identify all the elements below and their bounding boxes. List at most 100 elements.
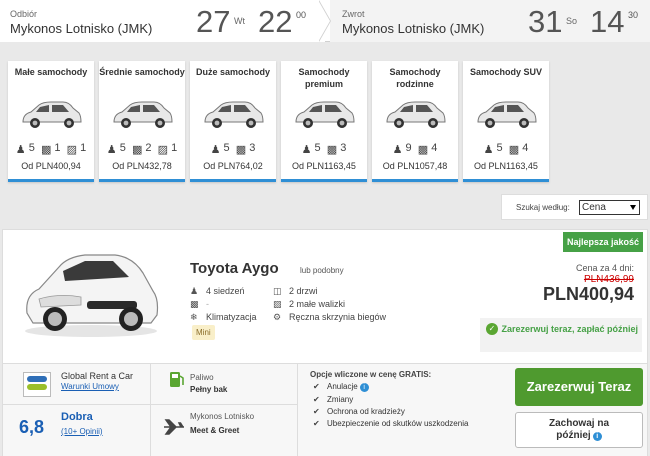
small-suitcase-icon: ▨ (66, 144, 78, 156)
feature-transmission: ⚙ Ręczna skrzynia biegów (273, 312, 386, 323)
category-price: Od PLN1057,48 (382, 161, 448, 171)
car-thumbnail-icon (22, 101, 82, 128)
car-thumbnail-icon (477, 101, 537, 128)
feature-ac-text: Klimatyzacja (206, 312, 257, 322)
included-item-damage-insurance: ✔ Ubezpieczenie od skutków uszkodzenia (313, 419, 468, 428)
car-thumbnail-icon (295, 101, 355, 128)
pickup-minute: 00 (296, 10, 307, 20)
feature-seats: ♟ 4 siedzeń (190, 286, 245, 297)
category-specs: ♟ 5 ▩ 3 (210, 142, 256, 156)
category-card[interactable]: Samochody SUV ♟ 5 ▩ 4 Od PLN1163,45 (463, 61, 549, 182)
category-specs: ♟ 5 ▩ 3 (301, 142, 347, 156)
rating-word: Dobra (61, 411, 93, 423)
door-icon: ◫ (273, 286, 282, 297)
check-icon: ✔ (313, 382, 320, 391)
category-name: Samochody premium (298, 67, 350, 89)
category-card[interactable]: Samochody rodzinne ♟ 9 ▩ 4 Od PLN1057,48 (372, 61, 458, 182)
chevron-down-icon (630, 205, 636, 210)
category-specs: ♟ 9 ▩ 4 (392, 142, 438, 156)
rental-terms-link[interactable]: Warunki Umowy (61, 382, 119, 391)
category-price: Od PLN764,02 (203, 161, 263, 171)
pay-later-text: Zarezerwuj teraz, zapłać później (501, 324, 638, 334)
book-now-button[interactable]: Zarezerwuj Teraz (515, 368, 643, 406)
category-name: Samochody SUV (469, 67, 543, 77)
return-location: Mykonos Lotnisko (JMK) (342, 21, 485, 36)
feature-doors: ◫ 2 drzwi (273, 286, 318, 297)
offer-car-title: Toyota Aygo (190, 260, 279, 277)
offer-card: Najlepsza jakość Toyota Aygo lub podobny… (2, 229, 648, 456)
category-specs: ♟ 5 ▩ 2 ▨ 1 (106, 142, 178, 156)
included-item-label: Ochrona od kradzieży (327, 407, 405, 416)
check-icon: ✔ (313, 395, 320, 404)
seat-icon: ♟ (190, 286, 199, 297)
pickup-label: Odbiór (10, 9, 38, 19)
offer-details-row: Global Rent a Car Warunki Umowy 6,8 Dobr… (3, 364, 647, 456)
return-hour: 14 (590, 4, 625, 39)
small-suitcase-icon: ▨ (157, 144, 169, 156)
price-period-label: Cena za 4 dni: (575, 263, 634, 273)
large-suitcase-icon: ▩ (235, 144, 247, 156)
pickup-segment[interactable]: Odbiór Mykonos Lotnisko (JMK) 27 Wt 22 0… (0, 0, 325, 42)
return-label: Zwrot (342, 9, 365, 19)
sort-select[interactable]: Cena (579, 200, 640, 215)
included-item-label: Anulacje (327, 382, 358, 391)
feature-bags-small: ▨ 2 małe walizki (273, 299, 345, 310)
fuel-policy-label: Paliwo (190, 373, 214, 382)
sort-control: Szukaj według: Cena (501, 194, 648, 220)
pickup-location: Mykonos Lotnisko (JMK) (10, 21, 153, 36)
reviews-link[interactable]: (10+ Opinii) (61, 427, 103, 436)
snowflake-icon: ❄ (190, 312, 198, 323)
pickup-hour: 22 (258, 4, 293, 39)
save-for-later-button[interactable]: Zachowaj na później i (515, 412, 643, 448)
category-price: Od PLN432,78 (112, 161, 172, 171)
column-divider (297, 364, 298, 456)
category-card[interactable]: Średnie samochody ♟ 5 ▩ 2 ▨ 1 Od PLN432,… (99, 61, 185, 182)
sort-label: Szukaj według: (516, 203, 570, 212)
check-icon: ✔ (313, 407, 320, 416)
category-name: Samochody rodzinne (389, 67, 441, 89)
car-thumbnail-icon (204, 101, 264, 128)
category-card[interactable]: Samochody premium ♟ 5 ▩ 3 Od PLN1163,45 (281, 61, 367, 182)
large-suitcase-icon: ▩ (40, 144, 52, 156)
category-card[interactable]: Duże samochody ♟ 5 ▩ 3 Od PLN764,02 (190, 61, 276, 182)
category-specs: ♟ 5 ▩ 4 (483, 142, 529, 156)
category-specs: ♟ 5 ▩ 1 ▨ 1 (15, 142, 87, 156)
included-item-label: Zmiany (327, 395, 354, 404)
feature-seats-text: 4 siedzeń (206, 286, 245, 296)
current-price: PLN400,94 (542, 284, 634, 304)
car-thumbnail-icon (113, 101, 173, 128)
save-for-later-line2: później i (516, 430, 642, 442)
check-circle-icon: ✓ (486, 323, 498, 335)
fuel-policy-value: Pełny bak (190, 385, 228, 394)
category-name: Średnie samochody (99, 67, 185, 77)
best-quality-badge: Najlepsza jakość (562, 232, 643, 252)
toyota-aygo-image (25, 254, 159, 337)
return-day: 31 (528, 4, 563, 39)
category-price: Od PLN1163,45 (474, 161, 538, 171)
fuel-pump-icon (170, 372, 184, 387)
pickup-weekday: Wt (234, 16, 245, 26)
included-item-theft-protection: ✔ Ochrona od kradzieży (313, 407, 405, 416)
search-summary-bar[interactable]: Odbiór Mykonos Lotnisko (JMK) 27 Wt 22 0… (0, 0, 650, 42)
supplier-name: Global Rent a Car (61, 371, 134, 381)
sort-selected-value: Cena (582, 202, 606, 213)
return-segment[interactable]: Zwrot Mykonos Lotnisko (JMK) 31 So 14 30 (330, 0, 650, 42)
large-suitcase-icon: ▩ (417, 144, 429, 156)
supplier-logo (23, 372, 51, 397)
included-item-changes: ✔ Zmiany (313, 395, 353, 404)
small-suitcase-icon: ▨ (273, 299, 282, 310)
category-price: Od PLN1163,45 (292, 161, 356, 171)
gear-shift-icon: ⚙ (273, 312, 282, 323)
large-suitcase-icon: ▩ (131, 144, 143, 156)
feature-bags-small-text: 2 małe walizki (289, 299, 346, 309)
pay-later-notice: ✓ Zarezerwuj teraz, zapłać później (480, 318, 642, 352)
feature-ac: ❄ Klimatyzacja (190, 312, 257, 323)
category-price: Od PLN400,94 (21, 161, 81, 171)
pickup-type-value: Meet & Greet (190, 426, 240, 435)
feature-doors-text: 2 drzwi (289, 286, 318, 296)
category-name: Małe samochody (14, 67, 88, 77)
info-icon[interactable]: i (359, 383, 369, 392)
large-suitcase-icon: ▩ (508, 144, 520, 156)
category-card[interactable]: Małe samochody ♟ 5 ▩ 1 ▨ 1 Od PLN400,94 (8, 61, 94, 182)
info-icon[interactable]: i (592, 432, 602, 441)
